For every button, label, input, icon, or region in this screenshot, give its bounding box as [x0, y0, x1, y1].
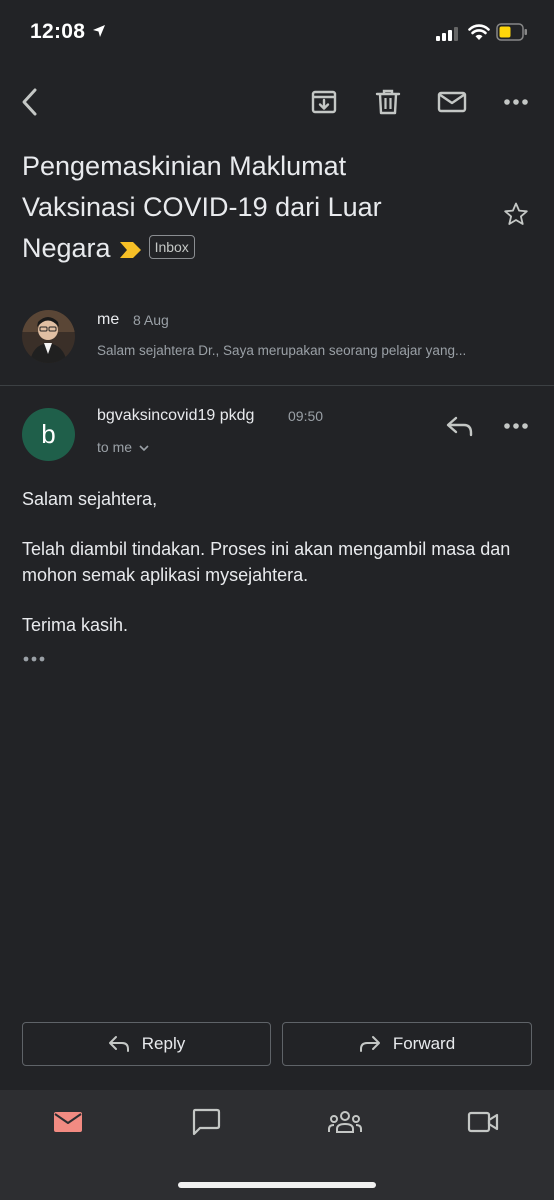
message-more-button[interactable]	[494, 404, 538, 448]
reply-icon	[446, 416, 473, 437]
star-button[interactable]	[496, 194, 536, 234]
body-paragraph: Telah diambil tindakan. Proses ini akan …	[22, 539, 511, 585]
mail-icon	[54, 1112, 82, 1132]
body-greeting: Salam sejahtera,	[22, 489, 158, 509]
profile-photo-icon	[22, 310, 75, 363]
trash-icon	[375, 89, 401, 115]
forward-icon	[359, 1036, 380, 1052]
message-1-date: 8 Aug	[133, 312, 169, 328]
subject-line-2: Vaksinasi COVID-19 dari Luar	[22, 192, 382, 222]
home-indicator	[178, 1182, 376, 1188]
forward-label: Forward	[392, 1034, 456, 1053]
spaces-icon	[328, 1111, 362, 1133]
archive-button[interactable]	[302, 80, 346, 124]
mail-icon	[437, 91, 467, 113]
back-button[interactable]	[8, 80, 52, 124]
body-closing: Terima kasih.	[22, 615, 129, 635]
reply-icon-button[interactable]	[438, 404, 482, 448]
message-divider	[0, 385, 554, 386]
sender-avatar[interactable]: b	[22, 408, 75, 461]
importance-marker-icon[interactable]	[119, 241, 143, 259]
nav-meet-tab[interactable]	[453, 1100, 513, 1144]
chevron-left-icon	[22, 88, 37, 116]
avatar[interactable]	[22, 310, 75, 363]
nav-chat-tab[interactable]	[176, 1100, 236, 1144]
location-arrow-icon	[93, 25, 105, 37]
more-horizontal-icon	[504, 99, 528, 105]
recipients-label: to me	[97, 439, 133, 455]
more-horizontal-icon	[504, 423, 528, 429]
reply-icon	[108, 1036, 129, 1052]
inbox-label-badge[interactable]: Inbox	[148, 234, 195, 259]
message-1-sender: me	[97, 311, 120, 328]
ellipsis-icon	[23, 656, 45, 662]
subject-line-1: Pengemaskinian Maklumat	[22, 151, 347, 181]
chevron-down-icon	[139, 445, 149, 451]
video-camera-icon	[467, 1111, 499, 1133]
wifi-icon	[468, 24, 490, 40]
reply-label: Reply	[141, 1034, 186, 1053]
message-1-snippet[interactable]: Salam sejahtera Dr., Saya merupakan seor…	[97, 343, 527, 358]
star-icon	[504, 202, 528, 225]
cell-signal-icon	[436, 27, 458, 41]
battery-icon	[496, 23, 527, 41]
message-2-sender: bgvaksincovid19 pkdg	[97, 407, 255, 424]
nav-spaces-tab[interactable]	[315, 1100, 375, 1144]
email-subject: Pengemaskinian Maklumat Vaksinasi COVID-…	[22, 146, 472, 269]
more-options-button[interactable]	[494, 80, 538, 124]
reply-button[interactable]: Reply	[22, 1022, 271, 1066]
recipients-toggle[interactable]: to me	[97, 439, 149, 455]
message-2-time: 09:50	[288, 408, 324, 424]
forward-button[interactable]: Forward	[282, 1022, 532, 1066]
subject-line-3: Negara	[22, 233, 111, 263]
mark-unread-button[interactable]	[430, 80, 474, 124]
nav-mail-tab[interactable]	[38, 1100, 98, 1144]
chat-icon	[192, 1108, 221, 1136]
show-trimmed-content-button[interactable]	[22, 650, 50, 668]
subject-line-3-row: Negara Inbox	[22, 228, 472, 269]
archive-icon	[311, 90, 337, 114]
status-time: 12:08	[30, 20, 86, 43]
delete-button[interactable]	[366, 80, 410, 124]
